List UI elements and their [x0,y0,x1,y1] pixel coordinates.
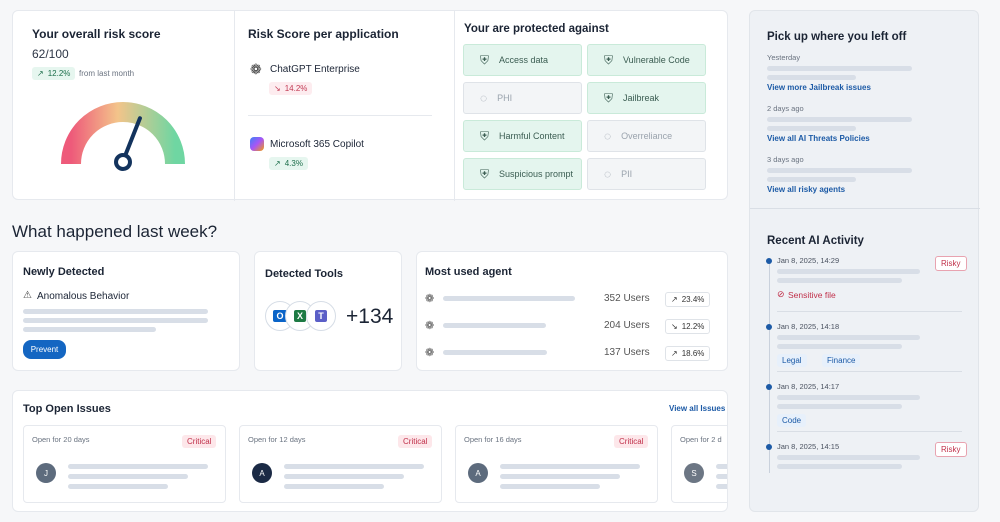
shield-check-icon: ⛨ [480,52,490,67]
activity-date: Jan 8, 2025, 14:29 [777,256,840,265]
app-change-badge: ↗ 4.3% [269,157,308,170]
pickup-title: Pick up where you left off [767,31,907,43]
issue-open-duration: Open for 20 days [32,435,90,444]
newly-detected-card: Newly Detected ⚠ Anomalous Behavior Prev… [12,251,240,371]
pickup-link[interactable]: View all risky agents [767,185,845,194]
trend-down-icon: ↘ [671,322,678,331]
issue-open-duration: Open for 16 days [464,435,522,444]
severity-badge: Critical [614,435,649,448]
assignee-avatar: A [468,463,488,483]
prevent-button[interactable]: Prevent [23,340,66,359]
risk-gauge [61,102,185,171]
assignee-avatar: J [36,463,56,483]
apps-title: Risk Score per application [248,27,399,41]
activity-tag: Finance [822,354,861,367]
agent-icon: ❁ [425,293,435,305]
sensitive-file-label: Sensitive file [788,290,836,300]
week-heading: What happened last week? [12,222,218,241]
protection-item[interactable]: ⛨ Harmful Content [463,120,582,152]
protection-item[interactable]: ◌ PHI [463,82,582,114]
agent-change-badge: ↘ 12.2% [665,319,711,334]
tools-count: +134 [346,305,394,328]
trend-up-icon: ↗ [274,159,281,168]
agent-icon: ❁ [425,320,435,332]
timeline-dot [766,258,772,264]
most-used-agent-card: Most used agent ❁ 352 Users ↗ 23.4% ❁ 204 Use… [416,251,728,371]
severity-badge: Critical [398,435,433,448]
agent-users: 137 Users [604,347,650,358]
severity-badge: Critical [182,435,217,448]
paperclip-icon: ⊘ [777,289,785,299]
newly-item: Anomalous Behavior [37,291,130,302]
issue-open-duration: Open for 2 d [680,435,722,444]
issue-open-duration: Open for 12 days [248,435,306,444]
trend-up-icon: ↗ [671,295,678,304]
protection-item[interactable]: ⛨ Suspicious prompt [463,158,582,190]
agents-title: Most used agent [425,266,512,278]
issues-title: Top Open Issues [23,403,111,415]
activity-tag: Legal [777,354,807,367]
timeline-dot [766,324,772,330]
activity-date: Jan 8, 2025, 14:18 [777,322,840,331]
issue-card[interactable]: Open for 12 days Critical A [239,425,442,503]
right-panel: Pick up where you left off Yesterday View… [749,10,980,512]
protection-item[interactable]: ⛨ Vulnerable Code [587,44,706,76]
agent-users: 204 Users [604,320,650,331]
shield-check-icon: ⛨ [604,90,614,105]
agent-icon: ❁ [425,347,435,359]
assignee-avatar: S [684,463,704,483]
timeline-dot [766,444,772,450]
app-change-badge: ↘ 14.2% [269,82,313,95]
trend-down-icon: ↘ [274,84,281,93]
risk-title: Your overall risk score [32,27,161,41]
protection-item[interactable]: ◌ Overreliance [587,120,706,152]
shield-off-icon: ◌ [604,167,612,181]
pickup-time: 3 days ago [767,155,804,164]
activity-date: Jan 8, 2025, 14:17 [777,382,840,391]
newly-title: Newly Detected [23,266,105,278]
risky-badge: Risky [935,442,967,457]
shield-check-icon: ⛨ [480,128,490,143]
issue-card[interactable]: Open for 16 days Critical A [455,425,658,503]
agent-change-badge: ↗ 18.6% [665,346,711,361]
shield-check-icon: ⛨ [480,166,490,181]
teams-icon: T [306,301,336,331]
openai-icon: ❁ [250,61,262,77]
activity-tag: Code [777,414,807,427]
risk-score: 62/100 [32,47,69,61]
protection-item[interactable]: ◌ PII [587,158,706,190]
tools-title: Detected Tools [265,268,344,280]
trend-up-icon: ↗ [37,69,44,78]
risk-change-badge: ↗ 12.2% [32,67,76,80]
pickup-link[interactable]: View more Jailbreak issues [767,83,871,92]
top-issues-card: Top Open Issues View all Issues Open for… [12,390,728,512]
trend-up-icon: ↗ [671,349,678,358]
shield-off-icon: ◌ [480,91,488,105]
shield-check-icon: ⛨ [604,52,614,67]
timeline-dot [766,384,772,390]
view-all-issues-link[interactable]: View all Issues [669,404,725,413]
overview-card: Your overall risk score 62/100 ↗ 12.2% fr… [12,10,728,201]
protected-title: Your are protected against [464,23,609,35]
activity-date: Jan 8, 2025, 14:15 [777,442,840,451]
protection-item[interactable]: ⛨ Jailbreak [587,82,706,114]
protection-item[interactable]: ⛨ Access data [463,44,582,76]
issue-card[interactable]: Open for 2 d S [671,425,727,503]
shield-off-icon: ◌ [604,129,612,143]
agent-users: 352 Users [604,293,650,304]
assignee-avatar: A [252,463,272,483]
activity-title: Recent AI Activity [767,235,864,247]
pickup-time: 2 days ago [767,104,804,113]
issue-card[interactable]: Open for 20 days Critical J [23,425,226,503]
copilot-icon [250,137,264,151]
pickup-link[interactable]: View all AI Threats Policies [767,134,870,143]
agent-change-badge: ↗ 23.4% [665,292,711,307]
detected-tools-card: Detected Tools O X T +134 [254,251,402,371]
risky-badge: Risky [935,256,967,271]
risk-from-label: from last month [79,69,135,78]
warning-icon: ⚠ [23,290,32,301]
pickup-time: Yesterday [767,53,801,62]
